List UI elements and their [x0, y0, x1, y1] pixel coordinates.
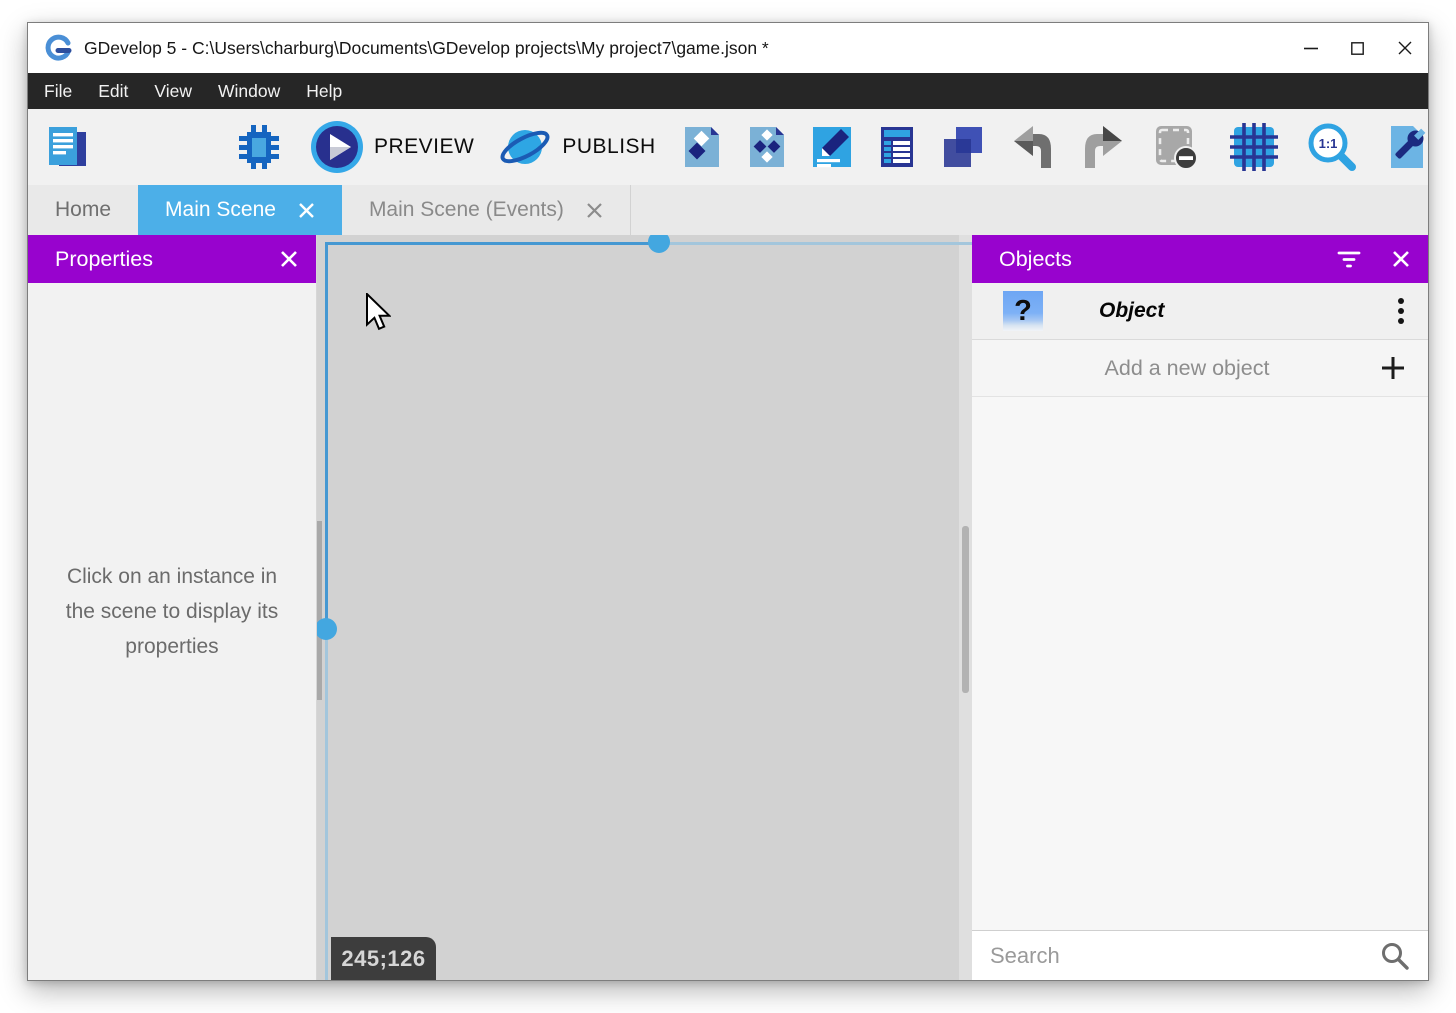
- tab-close-icon[interactable]: [586, 202, 603, 219]
- tab-close-icon[interactable]: [298, 202, 315, 219]
- plus-icon[interactable]: [1380, 355, 1406, 381]
- close-button[interactable]: [1381, 23, 1428, 73]
- maximize-icon: [1351, 42, 1364, 55]
- object-groups-icon: [743, 123, 791, 171]
- zoom-ratio-label: 1:1: [1318, 136, 1337, 151]
- window-title: GDevelop 5 - C:\Users\charburg\Documents…: [84, 38, 769, 59]
- edit-pencil-icon: [808, 123, 856, 171]
- tab-main-scene[interactable]: Main Scene: [138, 185, 342, 235]
- kebab-menu-icon[interactable]: [1396, 297, 1406, 325]
- scene-canvas[interactable]: 245;126: [317, 235, 972, 980]
- window-mask-icon: [1150, 121, 1202, 173]
- tab-bar: Home Main Scene Main Scene (Events): [28, 185, 1428, 235]
- tab-label: Home: [55, 198, 111, 222]
- tab-label: Main Scene: [165, 198, 276, 222]
- objects-editor-icon: [678, 123, 726, 171]
- object-list-item[interactable]: ? Object: [972, 283, 1428, 340]
- redo-button[interactable]: [1076, 122, 1126, 172]
- menu-edit[interactable]: Edit: [85, 73, 141, 109]
- grid-icon: [1229, 122, 1279, 172]
- objects-panel: Objects ? Obje: [972, 235, 1428, 980]
- layers-button[interactable]: [938, 123, 986, 171]
- maximize-button[interactable]: [1334, 23, 1381, 73]
- tab-main-scene-events[interactable]: Main Scene (Events): [342, 185, 631, 235]
- search-input[interactable]: [990, 943, 1380, 969]
- close-panel-icon[interactable]: [1392, 250, 1410, 268]
- play-icon: [310, 120, 364, 174]
- objects-panel-title: Objects: [999, 247, 1072, 272]
- resize-handle-top[interactable]: [648, 235, 670, 253]
- properties-panel-body: Click on an instance in the scene to dis…: [28, 283, 316, 980]
- layers-icon: [938, 123, 986, 171]
- minimize-icon: [1304, 47, 1318, 50]
- tab-home[interactable]: Home: [28, 185, 138, 235]
- object-name: Object: [1099, 299, 1396, 323]
- unknown-object-icon: ?: [1003, 291, 1043, 331]
- redo-icon: [1076, 122, 1126, 172]
- scene-window-border-left: [325, 242, 328, 629]
- instances-list-icon: [873, 123, 921, 171]
- properties-panel-header: Properties: [28, 235, 316, 283]
- zoom-1-1-icon: 1:1: [1306, 121, 1358, 173]
- properties-empty-message: Click on an instance in the scene to dis…: [52, 559, 292, 664]
- objects-panel-header: Objects: [972, 235, 1428, 283]
- object-groups-button[interactable]: [743, 123, 791, 171]
- menu-view[interactable]: View: [141, 73, 205, 109]
- scene-window-border-top-light: [653, 242, 972, 245]
- objects-search-bar: [972, 930, 1428, 980]
- properties-panel: Properties Click on an instance in the s…: [28, 235, 317, 980]
- gdevelop-logo-icon: [45, 34, 73, 62]
- close-panel-icon[interactable]: [280, 250, 298, 268]
- instances-list-button[interactable]: [873, 123, 921, 171]
- debugger-bug-icon: [234, 122, 284, 172]
- scene-window-border-left-light: [325, 629, 328, 980]
- undo-icon: [1010, 122, 1060, 172]
- cursor-coordinates-badge: 245;126: [331, 937, 436, 980]
- search-icon[interactable]: [1380, 941, 1410, 971]
- canvas-vertical-scrollbar[interactable]: [962, 526, 969, 693]
- window-mask-button[interactable]: [1150, 121, 1202, 173]
- menu-file[interactable]: File: [31, 73, 85, 109]
- undo-button[interactable]: [1010, 122, 1060, 172]
- grid-button[interactable]: [1229, 122, 1279, 172]
- content-area: Properties Click on an instance in the s…: [28, 235, 1428, 980]
- resize-handle-left[interactable]: [317, 618, 337, 640]
- canvas-vertical-scrollbar-left[interactable]: [317, 521, 322, 700]
- publish-globe-icon: [498, 120, 552, 174]
- gdevelop-window: GDevelop 5 - C:\Users\charburg\Documents…: [27, 22, 1429, 981]
- zoom-original-button[interactable]: 1:1: [1306, 121, 1358, 173]
- project-manager-button[interactable]: [42, 122, 92, 172]
- objects-list-empty-area: [972, 397, 1428, 930]
- wrench-icon: [1382, 122, 1432, 172]
- menu-bar: File Edit View Window Help: [28, 73, 1428, 109]
- menu-help[interactable]: Help: [293, 73, 355, 109]
- properties-panel-title: Properties: [55, 247, 153, 272]
- preview-label: PREVIEW: [374, 135, 474, 159]
- settings-button[interactable]: [1382, 122, 1432, 172]
- debugger-button[interactable]: [234, 122, 284, 172]
- close-icon: [1398, 41, 1412, 55]
- publish-button[interactable]: PUBLISH: [498, 120, 655, 174]
- menu-window[interactable]: Window: [205, 73, 293, 109]
- toolbar: PREVIEW PUBLISH: [28, 109, 1428, 185]
- mouse-cursor-icon: [365, 293, 391, 331]
- filter-icon[interactable]: [1336, 249, 1362, 269]
- publish-label: PUBLISH: [562, 135, 655, 159]
- add-object-label: Add a new object: [994, 356, 1380, 381]
- tab-label: Main Scene (Events): [369, 198, 564, 222]
- project-manager-icon: [42, 122, 92, 172]
- add-object-row[interactable]: Add a new object: [972, 340, 1428, 397]
- scene-properties-button[interactable]: [808, 123, 856, 171]
- objects-editor-button[interactable]: [678, 123, 726, 171]
- title-bar[interactable]: GDevelop 5 - C:\Users\charburg\Documents…: [28, 23, 1428, 73]
- minimize-button[interactable]: [1287, 23, 1334, 73]
- scene-window-border-top: [325, 242, 653, 245]
- preview-button[interactable]: PREVIEW: [310, 120, 474, 174]
